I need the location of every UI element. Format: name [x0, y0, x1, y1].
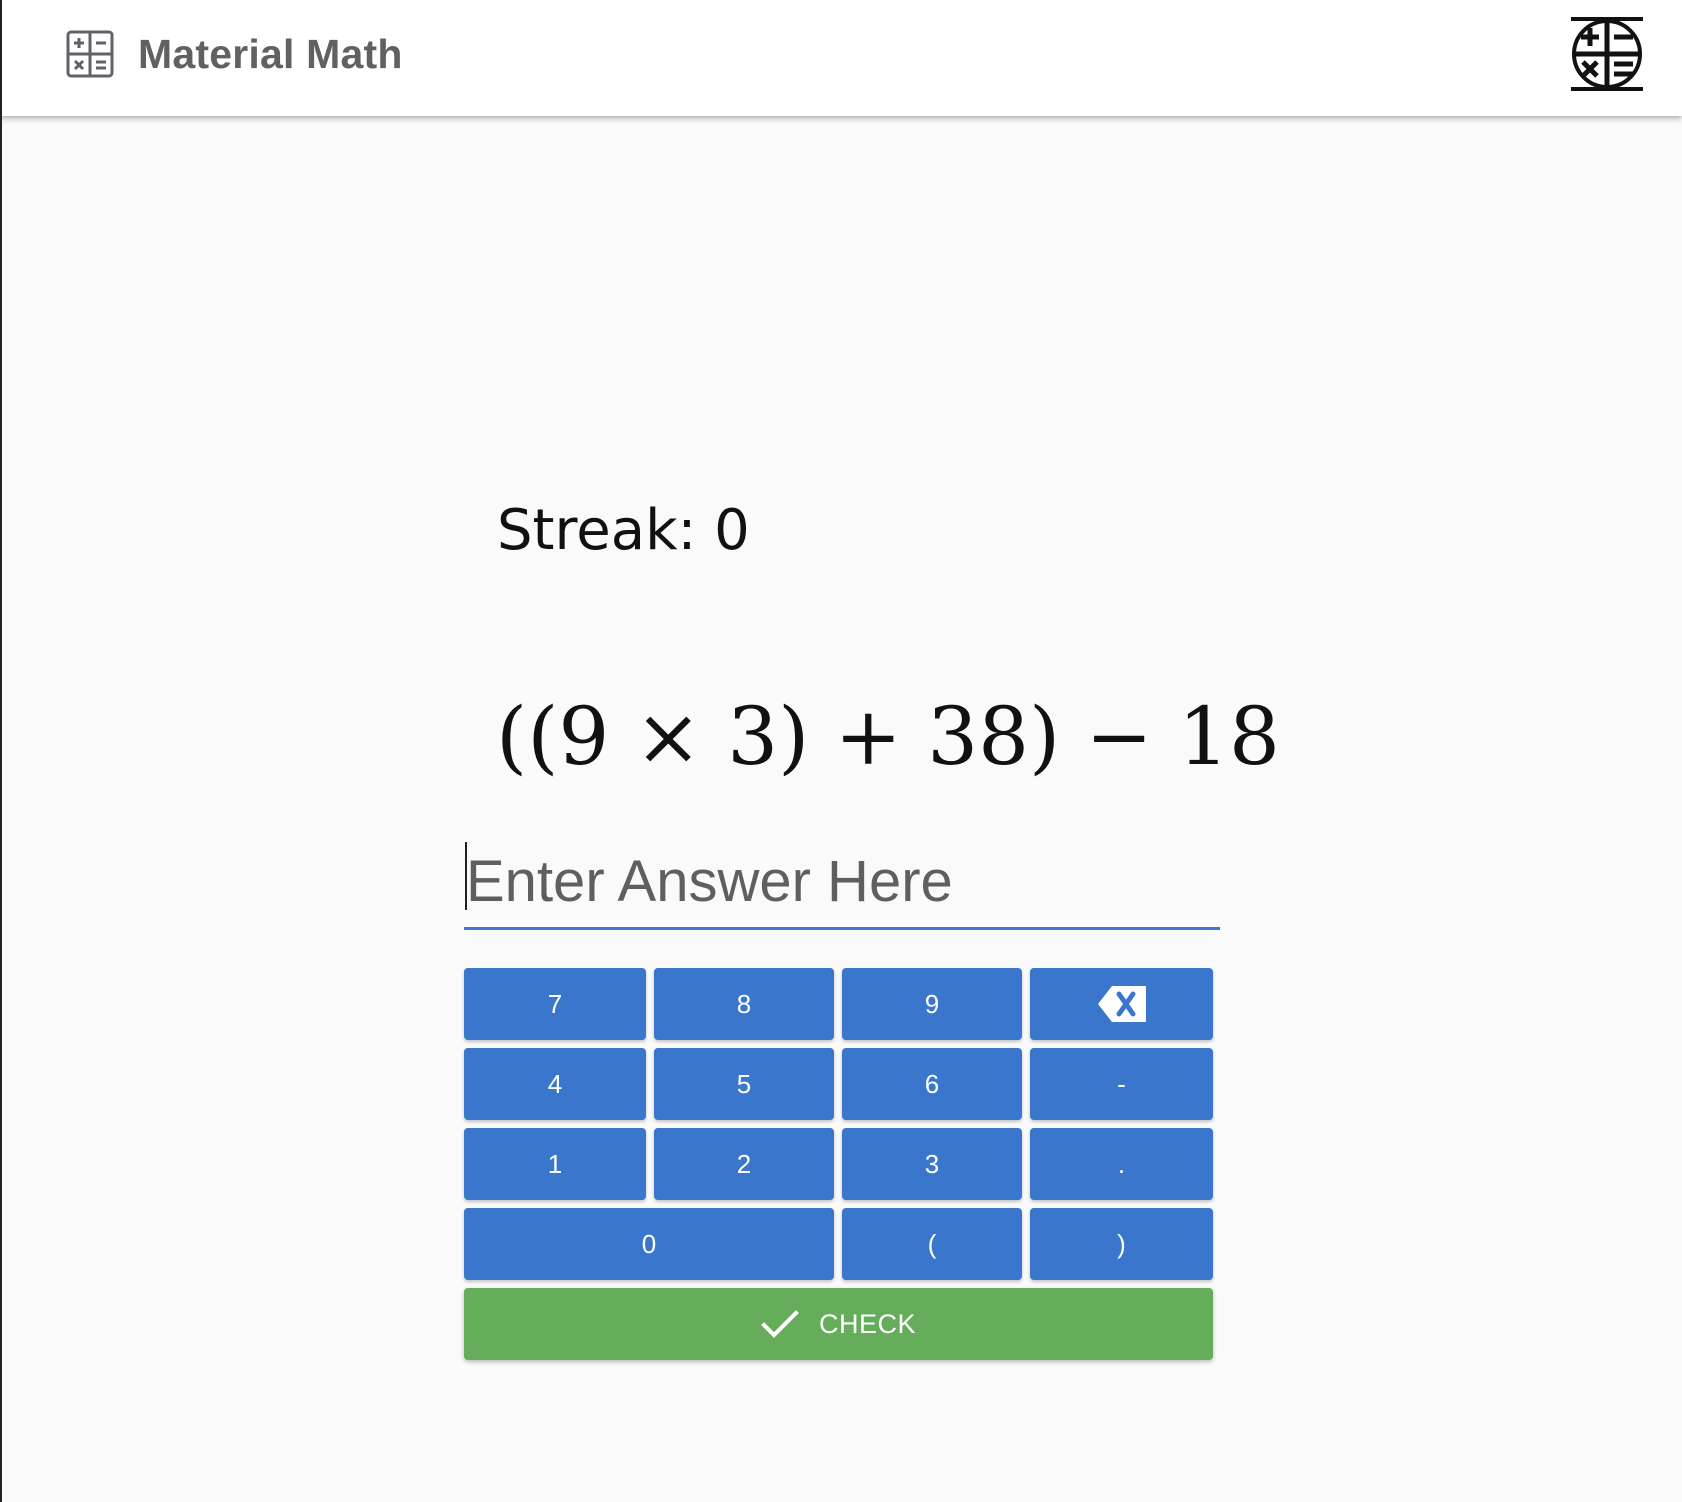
math-operations-logo-icon[interactable] — [1569, 16, 1645, 92]
key-3[interactable]: 3 — [842, 1128, 1022, 1200]
key-0[interactable]: 0 — [464, 1208, 834, 1280]
key-minus[interactable]: - — [1030, 1048, 1213, 1120]
key-4[interactable]: 4 — [464, 1048, 646, 1120]
key-7[interactable]: 7 — [464, 968, 646, 1040]
check-label: CHECK — [818, 1308, 916, 1339]
answer-underline — [464, 927, 1220, 930]
text-caret — [465, 842, 467, 910]
key-5[interactable]: 5 — [654, 1048, 834, 1120]
key-decimal[interactable]: . — [1030, 1128, 1213, 1200]
window-border — [0, 0, 2, 1502]
checkmark-icon — [761, 1310, 799, 1338]
app-bar: Material Math — [0, 0, 1682, 116]
key-open-paren[interactable]: ( — [842, 1208, 1022, 1280]
key-9[interactable]: 9 — [842, 968, 1022, 1040]
key-2[interactable]: 2 — [654, 1128, 834, 1200]
answer-field — [464, 836, 1220, 932]
backspace-button[interactable] — [1030, 968, 1213, 1040]
check-button[interactable]: CHECK — [464, 1288, 1213, 1360]
calculator-operations-icon — [66, 30, 114, 78]
math-expression: ((9 × 3) + 38) − 18 — [496, 690, 1280, 783]
backspace-icon — [1097, 986, 1146, 1022]
key-8[interactable]: 8 — [654, 968, 834, 1040]
key-close-paren[interactable]: ) — [1030, 1208, 1213, 1280]
streak-counter: Streak: 0 — [497, 498, 750, 563]
key-6[interactable]: 6 — [842, 1048, 1022, 1120]
app-title: Material Math — [138, 31, 403, 77]
answer-input[interactable] — [464, 836, 1220, 926]
key-1[interactable]: 1 — [464, 1128, 646, 1200]
